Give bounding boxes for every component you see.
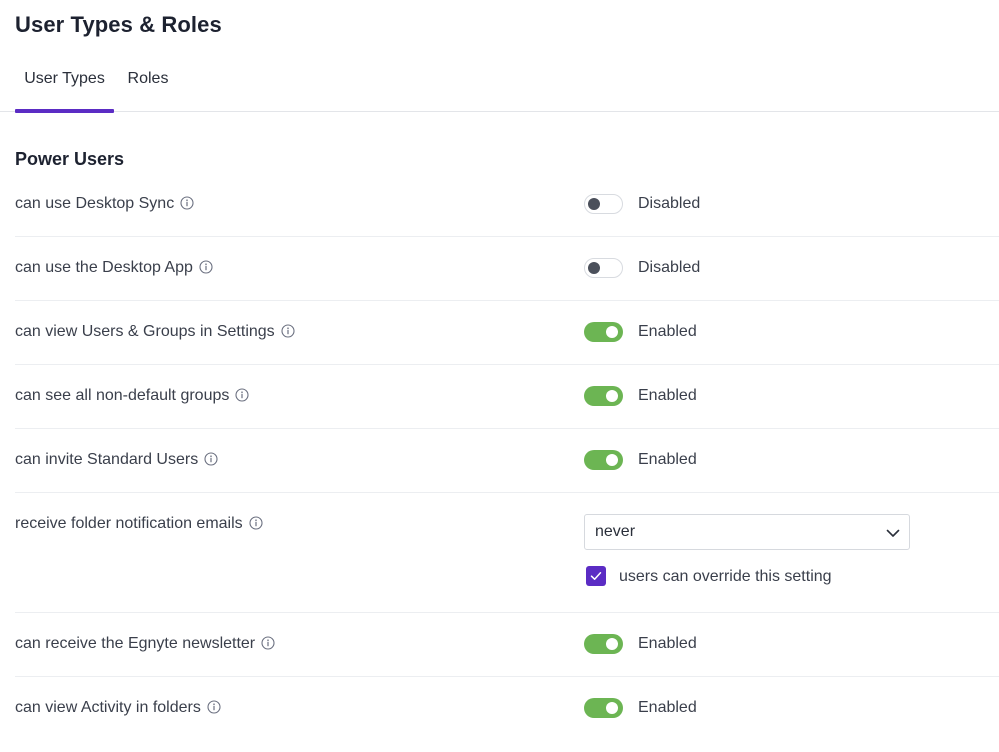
setting-row-newsletter: can receive the Egnyte newsletter Enable… — [15, 613, 999, 677]
toggle-state-label: Enabled — [638, 387, 697, 404]
toggle-knob — [588, 198, 600, 210]
info-circle-icon[interactable] — [207, 700, 221, 714]
info-circle-icon[interactable] — [281, 324, 295, 338]
checkmark-icon — [590, 572, 602, 580]
toggle-knob — [588, 262, 600, 274]
setting-row-non-default-groups: can see all non-default groups Enabled — [15, 365, 999, 429]
setting-row-invite-standard-users: can invite Standard Users Enabled — [15, 429, 999, 493]
info-circle-icon[interactable] — [249, 516, 263, 530]
toggle-knob — [606, 326, 618, 338]
setting-row-view-activity: can view Activity in folders Enabled — [15, 677, 999, 741]
toggle-knob — [606, 702, 618, 714]
setting-row-desktop-app: can use the Desktop App Disabled — [15, 237, 999, 301]
toggle-knob — [606, 638, 618, 650]
info-circle-icon[interactable] — [235, 388, 249, 402]
select-value: never — [595, 523, 636, 540]
toggle-state-label: Disabled — [638, 195, 701, 212]
setting-label: can use the Desktop App — [15, 259, 193, 276]
notification-frequency-select[interactable]: never — [584, 514, 910, 550]
info-circle-icon[interactable] — [180, 196, 194, 210]
view-activity-toggle[interactable] — [584, 698, 623, 718]
setting-row-folder-notifications: receive folder notification emails never… — [15, 493, 999, 613]
desktop-sync-toggle[interactable] — [584, 194, 623, 214]
setting-label: can view Activity in folders — [15, 699, 201, 716]
toggle-knob — [606, 390, 618, 402]
setting-label: can receive the Egnyte newsletter — [15, 635, 256, 652]
info-circle-icon[interactable] — [199, 260, 213, 274]
info-circle-icon[interactable] — [204, 452, 218, 466]
toggle-state-label: Enabled — [638, 323, 697, 340]
override-checkbox[interactable] — [586, 566, 606, 586]
toggle-state-label: Enabled — [638, 699, 697, 716]
toggle-state-label: Enabled — [638, 635, 697, 652]
setting-label: can see all non-default groups — [15, 387, 230, 404]
section-title: Power Users — [15, 149, 125, 169]
setting-label: receive folder notification emails — [15, 515, 243, 532]
setting-row-view-users-groups: can view Users & Groups in Settings Enab… — [15, 301, 999, 365]
setting-label: can use Desktop Sync — [15, 195, 175, 212]
non-default-groups-toggle[interactable] — [584, 386, 623, 406]
toggle-state-label: Disabled — [638, 259, 701, 276]
setting-label: can view Users & Groups in Settings — [15, 323, 275, 340]
newsletter-toggle[interactable] — [584, 634, 623, 654]
view-users-groups-toggle[interactable] — [584, 322, 623, 342]
info-circle-icon[interactable] — [261, 636, 275, 650]
override-checkbox-label[interactable]: users can override this setting — [619, 568, 832, 586]
tab-user-types[interactable]: User Types — [15, 58, 114, 113]
tab-roles[interactable]: Roles — [120, 58, 176, 112]
setting-row-desktop-sync: can use Desktop Sync Disabled — [15, 176, 999, 237]
desktop-app-toggle[interactable] — [584, 258, 623, 278]
chevron-down-icon — [886, 526, 900, 540]
invite-standard-users-toggle[interactable] — [584, 450, 623, 470]
page-title: User Types & Roles — [15, 12, 222, 37]
tab-bar: User Types Roles — [0, 58, 999, 113]
toggle-knob — [606, 454, 618, 466]
toggle-state-label: Enabled — [638, 451, 697, 468]
setting-label: can invite Standard Users — [15, 451, 199, 468]
